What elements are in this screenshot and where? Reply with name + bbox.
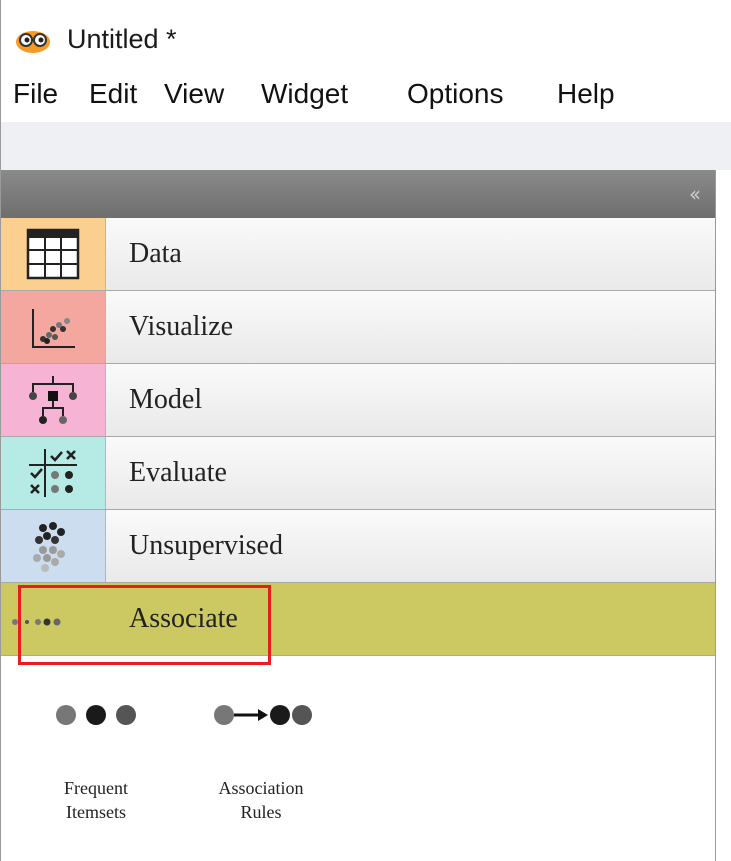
category-associate[interactable]: Associate [1,583,715,656]
scatter-plot-icon [32,309,75,348]
category-icon-box [1,583,105,655]
table-icon [26,228,80,280]
widget-label-line1: Frequent [64,778,128,798]
menu-file[interactable]: File [13,78,58,110]
widget-panel: ‹‹ Data Visualize Model Evaluate Unsuper… [0,170,716,861]
category-label: Associate [129,603,238,634]
orange-logo-icon [16,31,50,53]
menu-view[interactable]: View [164,78,224,110]
toolbar-strip [0,122,731,170]
category-label: Evaluate [129,457,227,488]
window-title: Untitled * [67,24,177,54]
category-label: Visualize [129,311,234,342]
category-label: Model [129,384,203,415]
tree-icon [29,376,77,424]
category-data[interactable]: Data [1,218,715,291]
panel-header: ‹‹ [1,170,715,218]
category-icon-box [1,218,106,290]
cluster-icon [33,522,65,572]
menu-options[interactable]: Options [407,78,504,110]
category-evaluate[interactable]: Evaluate [1,437,715,510]
three-dots-icon [56,705,136,725]
menu-edit[interactable]: Edit [89,78,137,110]
category-label: Data [129,238,182,269]
category-model[interactable]: Model [1,364,715,437]
dots-icon [12,618,61,626]
widget-label-line2: Itemsets [66,802,126,822]
category-icon-box [1,364,106,436]
widget-frequent-itemsets[interactable]: Frequent Itemsets [41,700,151,824]
menu-widget[interactable]: Widget [261,78,348,110]
category-label: Unsupervised [129,530,283,561]
category-unsupervised[interactable]: Unsupervised [1,510,715,583]
menu-help[interactable]: Help [557,78,615,110]
category-icon-box [1,437,106,509]
widget-association-rules[interactable]: Association Rules [201,700,321,824]
category-icon-box [1,510,106,582]
collapse-panel-button[interactable]: ‹‹ [689,182,701,206]
evaluate-grid-icon [29,449,77,497]
category-icon-box [1,291,106,363]
dots-arrow-icon [214,705,312,725]
title-bar: Untitled * [0,0,731,70]
menu-bar: File Edit View Widget Options Help [0,70,731,122]
widget-label-line2: Rules [240,802,282,822]
category-visualize[interactable]: Visualize [1,291,715,364]
widget-label-line1: Association [218,778,304,798]
